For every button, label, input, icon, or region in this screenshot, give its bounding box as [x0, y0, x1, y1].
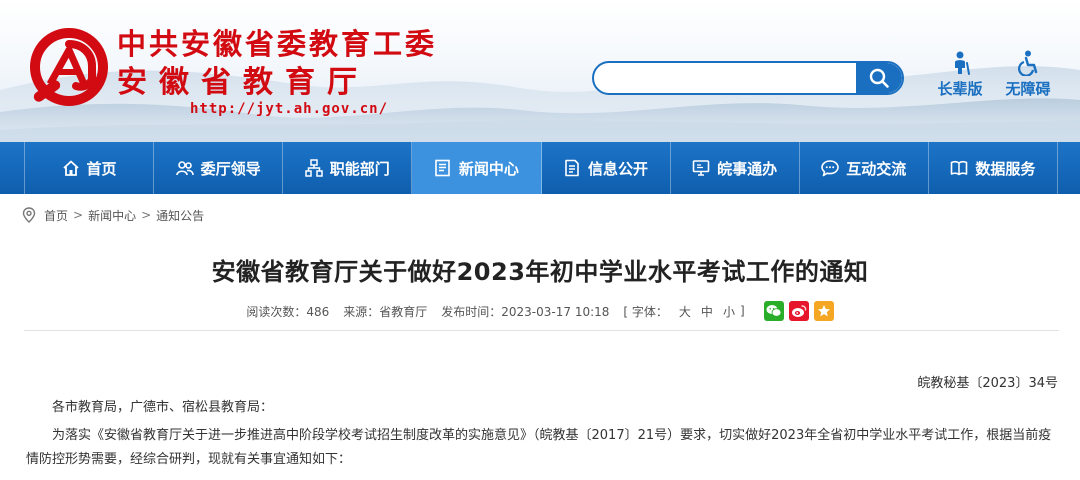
- elderly-icon: [955, 51, 970, 75]
- nav-info-disclosure[interactable]: 信息公开: [542, 142, 671, 194]
- nav-services-label: 皖事通办: [717, 159, 778, 178]
- nav-info-disclosure-label: 信息公开: [588, 159, 649, 178]
- nav-data-services[interactable]: 数据服务: [929, 142, 1058, 194]
- font-size-large[interactable]: 大: [679, 303, 691, 320]
- recipients-line: 各市教育局，广德市、宿松县教育局：: [52, 400, 274, 415]
- site-header: 中共安徽省委教育工委 安徽省教育厅 http://jyt.ah.gov.cn/ …: [0, 0, 1080, 142]
- book-icon: [951, 161, 968, 176]
- wheelchair-icon: [1018, 50, 1038, 76]
- nav-home[interactable]: 首页: [24, 142, 155, 194]
- nav-interaction[interactable]: 互动交流: [800, 142, 929, 194]
- home-icon: [62, 160, 79, 176]
- org-chart-icon: [305, 159, 323, 177]
- nav-home-label: 首页: [86, 159, 117, 178]
- article-title: 安徽省教育厅关于做好2023年初中学业水平考试工作的通知: [211, 258, 869, 286]
- nav-data-services-label: 数据服务: [975, 159, 1036, 178]
- article-meta: 阅读次数：486 来源：省教育厅 发布时间：2023-03-17 10:18 […: [0, 300, 1080, 322]
- article-source: 来源：省教育厅: [343, 304, 428, 319]
- search-box: [592, 61, 904, 95]
- breadcrumb-notices[interactable]: 通知公告: [156, 207, 204, 224]
- elderly-mode-label: 长辈版: [937, 80, 983, 98]
- org-name-line2: 安徽省教育厅: [117, 65, 369, 100]
- share-weibo-button[interactable]: [788, 301, 809, 321]
- publish-time: 发布时间：2023-03-17 10:18: [441, 304, 610, 319]
- wechat-icon: [766, 305, 782, 317]
- org-name-line1: 中共安徽省委教育工委: [117, 27, 438, 61]
- font-size-medium[interactable]: 中: [701, 303, 713, 320]
- elderly-mode-button[interactable]: 长辈版: [932, 50, 988, 99]
- search-button[interactable]: [856, 63, 902, 93]
- share-wechat-button[interactable]: [763, 301, 784, 321]
- nav-leaders[interactable]: 委厅领导: [154, 142, 284, 194]
- accessibility-button[interactable]: 无障碍: [1000, 50, 1056, 99]
- nav-interaction-label: 互动交流: [846, 159, 907, 178]
- breadcrumb-news-center[interactable]: 新闻中心: [88, 207, 136, 224]
- nav-departments[interactable]: 职能部门: [283, 142, 413, 194]
- leaders-icon: [175, 161, 194, 176]
- meta-divider: [24, 330, 1059, 331]
- main-navigation: 首页 委厅领导 职能部门 新闻中心 信息公开 皖事通办 互动交流 数据服务: [0, 142, 1080, 194]
- nav-services[interactable]: 皖事通办: [671, 142, 800, 194]
- weibo-icon: [791, 305, 806, 317]
- breadcrumb: 首页 > 新闻中心 > 通知公告: [22, 206, 204, 224]
- nav-news-center-label: 新闻中心: [458, 159, 519, 178]
- accessibility-label: 无障碍: [1005, 80, 1051, 98]
- breadcrumb-separator: >: [73, 208, 84, 222]
- breadcrumb-home[interactable]: 首页: [44, 207, 68, 224]
- logo-icon: [30, 28, 108, 106]
- nav-departments-label: 职能部门: [329, 159, 390, 178]
- view-count: 阅读次数：486: [246, 304, 330, 319]
- breadcrumb-separator: >: [141, 208, 152, 222]
- chat-icon: [821, 160, 840, 177]
- article-body-paragraph: 为落实《安徽省教育厅关于进一步推进高中阶段学校考试招生制度改革的实施意见》（皖教…: [26, 428, 1052, 467]
- document-icon: [565, 159, 579, 177]
- location-pin-icon: [22, 207, 36, 223]
- font-size-close: ]: [739, 304, 745, 318]
- font-size-label: [ 字体：: [623, 304, 668, 319]
- nav-news-center[interactable]: 新闻中心: [412, 142, 542, 194]
- nav-leaders-label: 委厅领导: [200, 159, 261, 178]
- monitor-icon: [692, 160, 710, 176]
- font-size-small[interactable]: 小: [723, 303, 735, 320]
- news-icon: [435, 159, 450, 177]
- search-icon: [869, 68, 889, 88]
- share-favorite-button[interactable]: [813, 301, 834, 321]
- star-icon: [817, 305, 830, 317]
- document-number: 皖教秘基〔2023〕34号: [917, 376, 1058, 391]
- site-url[interactable]: http://jyt.ah.gov.cn/: [190, 101, 388, 117]
- search-input[interactable]: [594, 63, 856, 93]
